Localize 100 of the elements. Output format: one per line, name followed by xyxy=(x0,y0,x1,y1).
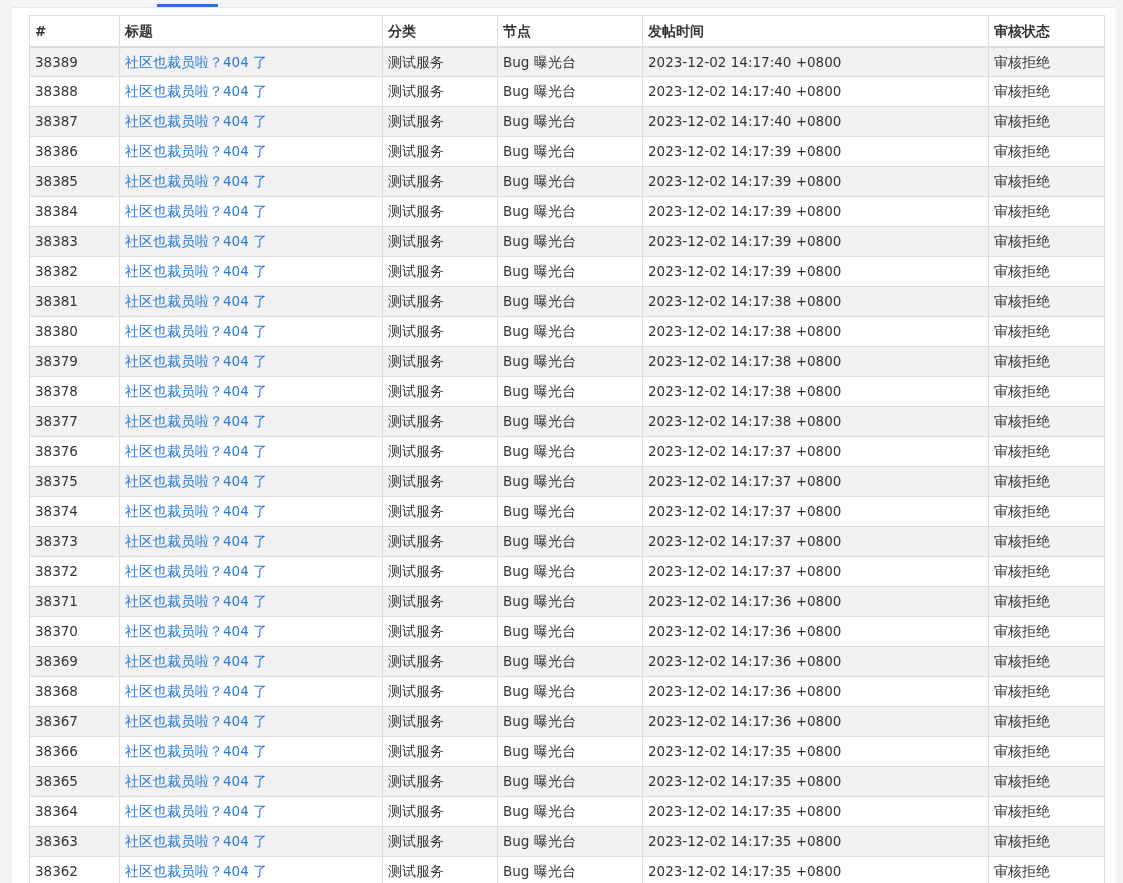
post-id-cell: 38372 xyxy=(29,556,120,587)
post-time-cell: 2023-12-02 14:17:35 +0800 xyxy=(642,796,989,827)
post-id-cell: 38365 xyxy=(29,766,120,797)
review-status-cell: 审核拒绝 xyxy=(988,346,1105,377)
review-status-cell: 审核拒绝 xyxy=(988,526,1105,557)
post-id-cell: 38371 xyxy=(29,586,120,617)
post-time-cell: 2023-12-02 14:17:35 +0800 xyxy=(642,826,989,857)
review-status-cell: 审核拒绝 xyxy=(988,796,1105,827)
post-id-cell: 38385 xyxy=(29,166,120,197)
post-time-cell: 2023-12-02 14:17:35 +0800 xyxy=(642,736,989,767)
category-cell: 测试服务 xyxy=(382,346,498,377)
node-cell: Bug 曝光台 xyxy=(497,226,643,257)
column-header: 审核状态 xyxy=(988,15,1105,47)
node-cell: Bug 曝光台 xyxy=(497,466,643,497)
post-id-cell: 38364 xyxy=(29,796,120,827)
post-time-cell: 2023-12-02 14:17:38 +0800 xyxy=(642,316,989,347)
review-status-cell: 审核拒绝 xyxy=(988,166,1105,197)
node-cell: Bug 曝光台 xyxy=(497,376,643,407)
category-cell: 测试服务 xyxy=(382,556,498,587)
post-id-cell: 38377 xyxy=(29,406,120,437)
node-cell: Bug 曝光台 xyxy=(497,826,643,857)
category-cell: 测试服务 xyxy=(382,496,498,527)
category-cell: 测试服务 xyxy=(382,826,498,857)
review-status-cell: 审核拒绝 xyxy=(988,136,1105,167)
review-status-cell: 审核拒绝 xyxy=(988,736,1105,767)
post-id-cell: 38388 xyxy=(29,76,120,107)
post-id-cell: 38366 xyxy=(29,736,120,767)
category-cell: 测试服务 xyxy=(382,76,498,107)
node-cell: Bug 曝光台 xyxy=(497,46,643,77)
category-cell: 测试服务 xyxy=(382,646,498,677)
category-cell: 测试服务 xyxy=(382,526,498,557)
column-header: # xyxy=(29,15,120,47)
post-time-cell: 2023-12-02 14:17:37 +0800 xyxy=(642,556,989,587)
node-cell: Bug 曝光台 xyxy=(497,616,643,647)
post-time-cell: 2023-12-02 14:17:37 +0800 xyxy=(642,496,989,527)
column-header: 标题 xyxy=(119,15,383,47)
post-time-cell: 2023-12-02 14:17:36 +0800 xyxy=(642,676,989,707)
post-id-cell: 38375 xyxy=(29,466,120,497)
post-time-cell: 2023-12-02 14:17:39 +0800 xyxy=(642,226,989,257)
node-cell: Bug 曝光台 xyxy=(497,736,643,767)
category-cell: 测试服务 xyxy=(382,286,498,317)
category-cell: 测试服务 xyxy=(382,736,498,767)
node-cell: Bug 曝光台 xyxy=(497,76,643,107)
category-cell: 测试服务 xyxy=(382,226,498,257)
post-id-cell: 38363 xyxy=(29,826,120,857)
review-status-cell: 审核拒绝 xyxy=(988,436,1105,467)
post-time-cell: 2023-12-02 14:17:39 +0800 xyxy=(642,196,989,227)
node-cell: Bug 曝光台 xyxy=(497,256,643,287)
review-status-cell: 审核拒绝 xyxy=(988,586,1105,617)
node-cell: Bug 曝光台 xyxy=(497,136,643,167)
category-cell: 测试服务 xyxy=(382,466,498,497)
node-cell: Bug 曝光台 xyxy=(497,766,643,797)
review-status-cell: 审核拒绝 xyxy=(988,256,1105,287)
category-cell: 测试服务 xyxy=(382,106,498,137)
category-cell: 测试服务 xyxy=(382,376,498,407)
node-cell: Bug 曝光台 xyxy=(497,586,643,617)
node-cell: Bug 曝光台 xyxy=(497,556,643,587)
post-id-cell: 38381 xyxy=(29,286,120,317)
category-cell: 测试服务 xyxy=(382,436,498,467)
node-cell: Bug 曝光台 xyxy=(497,316,643,347)
category-cell: 测试服务 xyxy=(382,166,498,197)
post-id-cell: 38384 xyxy=(29,196,120,227)
node-cell: Bug 曝光台 xyxy=(497,166,643,197)
column-header: 节点 xyxy=(497,15,643,47)
post-time-cell: 2023-12-02 14:17:39 +0800 xyxy=(642,136,989,167)
post-time-cell: 2023-12-02 14:17:36 +0800 xyxy=(642,616,989,647)
category-cell: 测试服务 xyxy=(382,316,498,347)
post-id-cell: 38383 xyxy=(29,226,120,257)
post-id-cell: 38387 xyxy=(29,106,120,137)
review-status-cell: 审核拒绝 xyxy=(988,826,1105,857)
column-header: 分类 xyxy=(382,15,498,47)
review-status-cell: 审核拒绝 xyxy=(988,226,1105,257)
post-id-cell: 38386 xyxy=(29,136,120,167)
review-status-cell: 审核拒绝 xyxy=(988,316,1105,347)
review-status-cell: 审核拒绝 xyxy=(988,766,1105,797)
post-id-cell: 38367 xyxy=(29,706,120,737)
post-id-cell: 38370 xyxy=(29,616,120,647)
post-id-cell: 38379 xyxy=(29,346,120,377)
post-time-cell: 2023-12-02 14:17:37 +0800 xyxy=(642,436,989,467)
category-cell: 测试服务 xyxy=(382,676,498,707)
post-time-cell: 2023-12-02 14:17:40 +0800 xyxy=(642,76,989,107)
post-id-cell: 38380 xyxy=(29,316,120,347)
post-time-cell: 2023-12-02 14:17:40 +0800 xyxy=(642,46,989,77)
review-status-cell: 审核拒绝 xyxy=(988,706,1105,737)
review-status-cell: 审核拒绝 xyxy=(988,196,1105,227)
category-cell: 测试服务 xyxy=(382,796,498,827)
review-status-cell: 审核拒绝 xyxy=(988,76,1105,107)
review-status-cell: 审核拒绝 xyxy=(988,646,1105,677)
post-id-cell: 38389 xyxy=(29,46,120,77)
node-cell: Bug 曝光台 xyxy=(497,496,643,527)
post-id-cell: 38374 xyxy=(29,496,120,527)
node-cell: Bug 曝光台 xyxy=(497,646,643,677)
post-time-cell: 2023-12-02 14:17:35 +0800 xyxy=(642,766,989,797)
category-cell: 测试服务 xyxy=(382,136,498,167)
post-time-cell: 2023-12-02 14:17:36 +0800 xyxy=(642,586,989,617)
node-cell: Bug 曝光台 xyxy=(497,526,643,557)
node-cell: Bug 曝光台 xyxy=(497,436,643,467)
post-time-cell: 2023-12-02 14:17:38 +0800 xyxy=(642,376,989,407)
review-status-cell: 审核拒绝 xyxy=(988,616,1105,647)
post-id-cell: 38368 xyxy=(29,676,120,707)
